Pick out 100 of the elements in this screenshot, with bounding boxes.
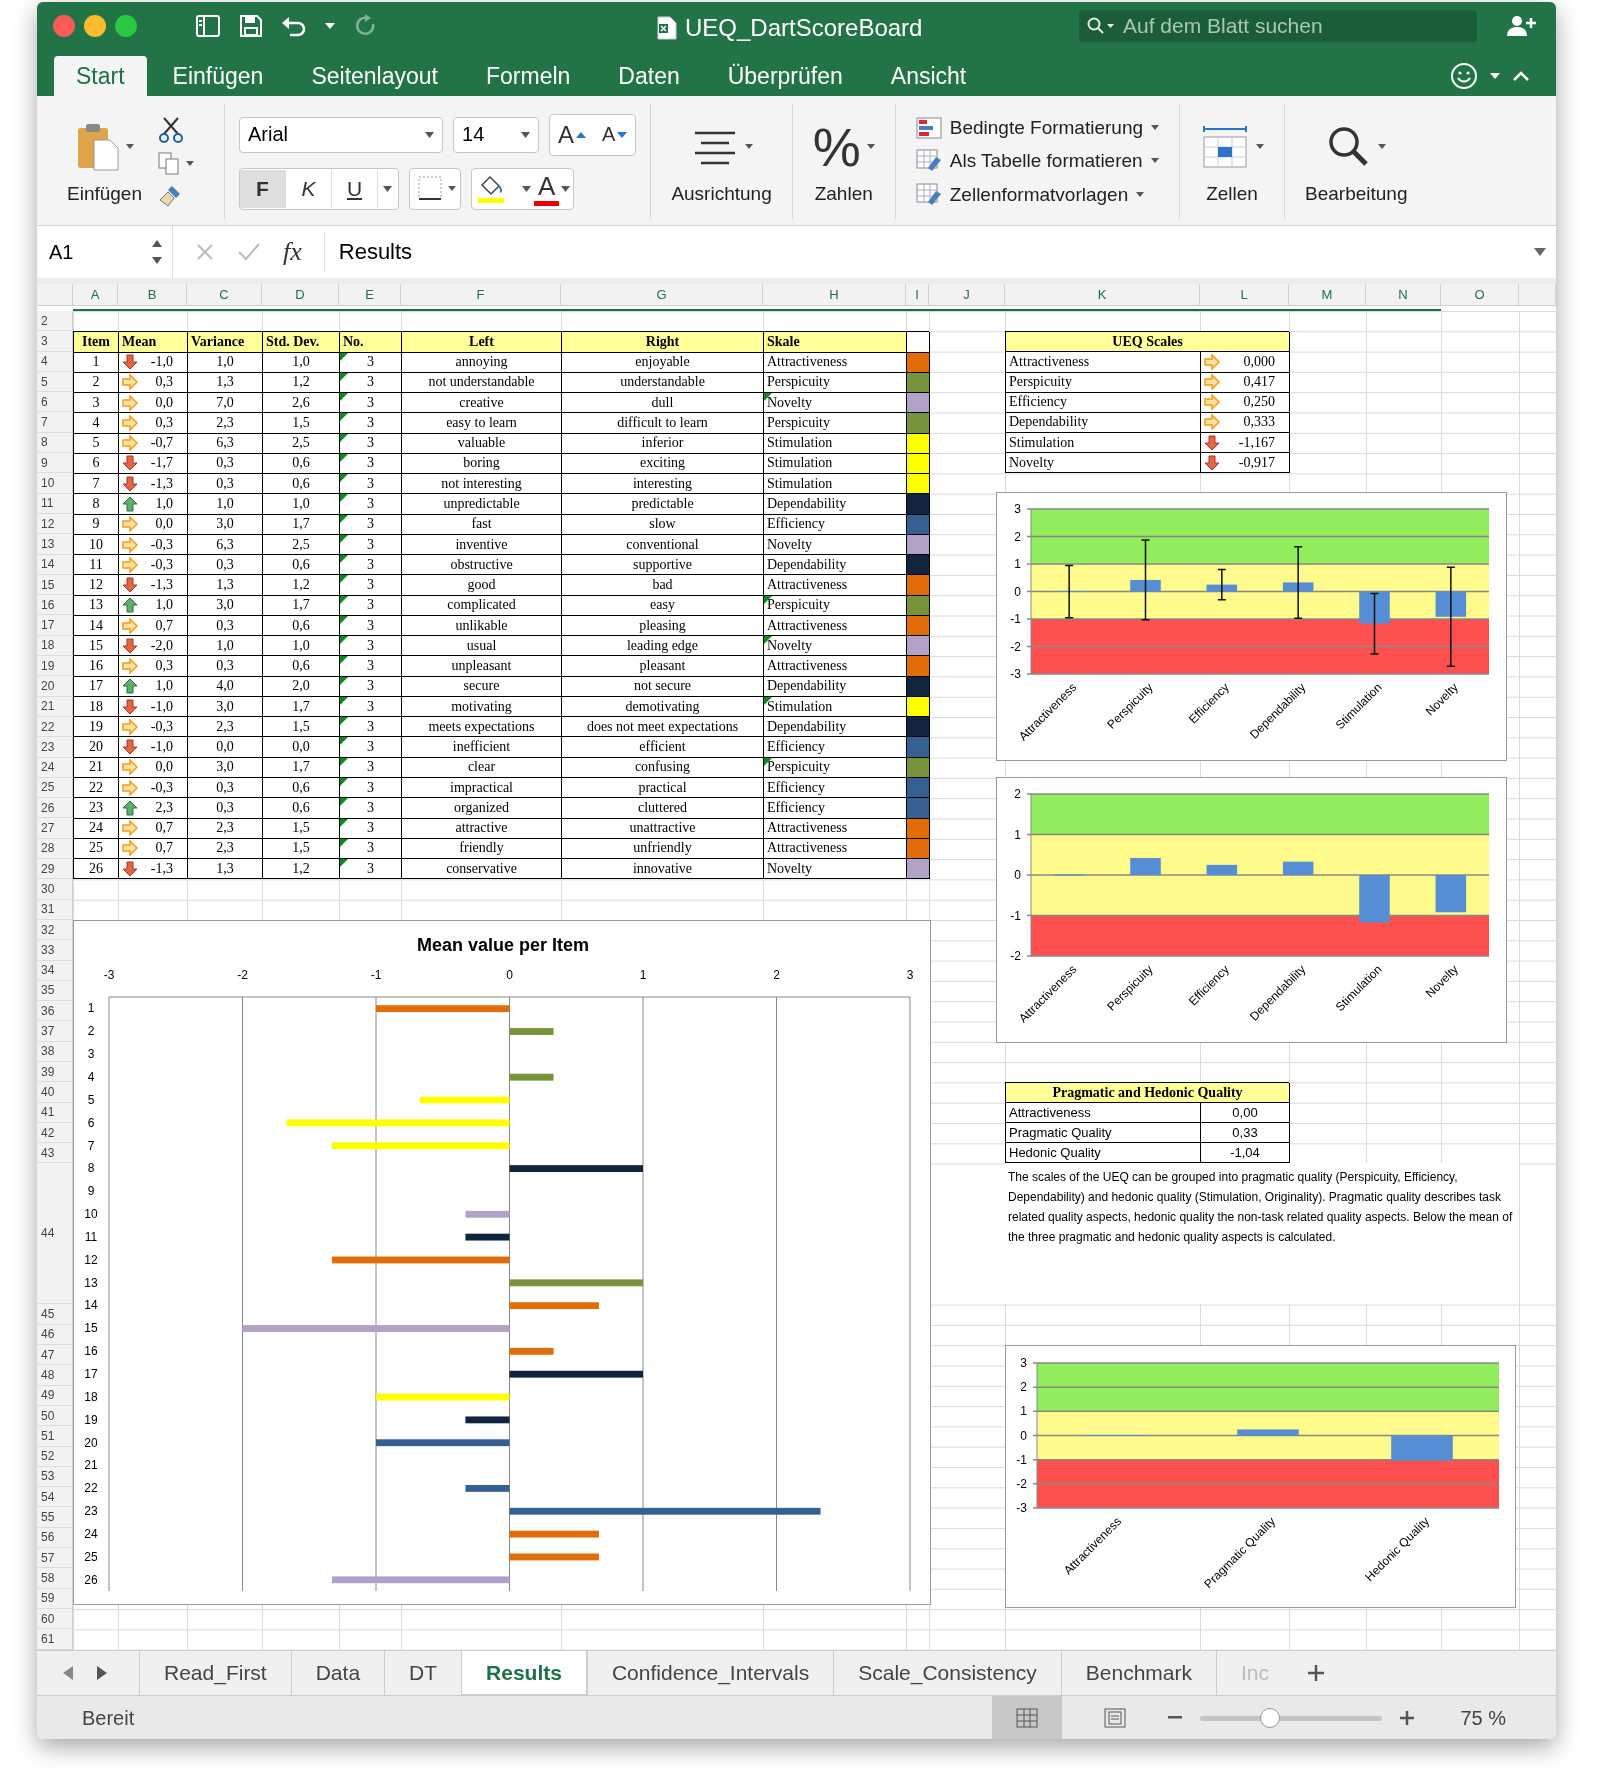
underline-button[interactable]: U: [332, 169, 378, 208]
table-cell: 9: [74, 514, 119, 535]
table-cell: 2: [74, 372, 119, 394]
table-cell: 0,3: [188, 615, 263, 637]
table-cell: 2,3: [188, 717, 263, 738]
ribbon-tab[interactable]: Formeln: [464, 56, 593, 96]
axis-tick-label: -1: [1016, 1452, 1027, 1467]
formula-field[interactable]: Results: [323, 232, 1512, 272]
bar: [465, 1233, 510, 1241]
column-header[interactable]: G: [561, 284, 763, 306]
alignment-button[interactable]: Ausrichtung: [665, 114, 778, 209]
add-sheet-icon[interactable]: [1307, 1664, 1326, 1682]
styles-menu-button[interactable]: Bedingte Formatierung: [913, 113, 1161, 142]
table-cell: impractical: [402, 778, 562, 799]
name-box-field[interactable]: A1: [37, 226, 173, 278]
ribbon-tab[interactable]: Daten: [596, 56, 702, 96]
ribbon-tab[interactable]: Ansicht: [868, 56, 989, 96]
column-header[interactable]: E: [339, 284, 401, 306]
table-cell: efficient: [562, 737, 764, 758]
column-header[interactable]: C: [187, 284, 262, 306]
function-button[interactable]: fx: [283, 237, 302, 267]
column-header[interactable]: F: [401, 284, 561, 306]
row-number: 31: [37, 899, 73, 920]
table-cell: unlikable: [402, 615, 562, 637]
table-cell: 14: [74, 615, 119, 637]
table-cell: 17: [74, 676, 119, 697]
collapse-icon[interactable]: [1512, 70, 1530, 82]
table-cell: 20: [74, 737, 119, 758]
ribbon-tab[interactable]: Überprüfen: [705, 56, 865, 96]
sidebar-icon[interactable]: [195, 14, 221, 38]
scissors-icon[interactable]: [158, 115, 184, 144]
column-header[interactable]: I: [906, 284, 929, 306]
caret-icon[interactable]: [186, 161, 194, 166]
column-header[interactable]: K: [1005, 284, 1200, 306]
minus-icon[interactable]: [1168, 1716, 1183, 1720]
table-cell: 1,0: [263, 494, 340, 515]
search-field[interactable]: Auf dem Blatt suchen: [1079, 10, 1477, 42]
axis-tick-label: 2: [1014, 787, 1021, 801]
next-icon[interactable]: [95, 1665, 109, 1681]
check-icon[interactable]: [237, 242, 261, 262]
axis-tick-label: -1: [370, 968, 382, 982]
table-cell: inefficient: [402, 737, 562, 758]
column-header[interactable]: M: [1289, 284, 1366, 306]
row-number: 12: [37, 513, 73, 535]
cells-button[interactable]: Zellen: [1194, 114, 1270, 209]
column-header[interactable]: O: [1441, 284, 1519, 306]
add-person-icon[interactable]: [1506, 14, 1536, 38]
number-format-button[interactable]: % Zahlen: [806, 114, 881, 209]
table-cell: 3,0: [188, 595, 263, 616]
axis-tick-label: 1: [1014, 557, 1021, 571]
previous-icon[interactable]: [61, 1665, 75, 1681]
column-header[interactable]: B: [118, 284, 187, 306]
column-header[interactable]: L: [1200, 284, 1289, 306]
caret-icon[interactable]: [1490, 73, 1500, 79]
table-cell: 1,5: [263, 717, 340, 738]
table-cell: Perspicuity: [1006, 372, 1201, 393]
column-header[interactable]: A: [73, 284, 118, 306]
ribbon-tab[interactable]: Start: [54, 56, 147, 96]
save-icon[interactable]: [239, 14, 263, 38]
row-number: 11: [37, 493, 73, 514]
sheet-tab[interactable]: Results: [461, 1651, 587, 1695]
font-name-field[interactable]: Arial: [239, 116, 443, 153]
italic-button[interactable]: K: [286, 169, 332, 208]
table-cell: 3: [340, 555, 402, 576]
smiley-icon[interactable]: [1450, 62, 1478, 90]
shrink-font-button[interactable]: A: [594, 115, 636, 154]
table-cell: 18: [74, 696, 119, 718]
column-header[interactable]: D: [262, 284, 339, 306]
row-number: 43: [37, 1143, 73, 1164]
bold-button[interactable]: F: [240, 169, 286, 208]
ribbon-tab[interactable]: Einfügen: [150, 56, 286, 96]
grow-font-button[interactable]: A: [550, 115, 595, 154]
axis-tick-label: 1: [639, 968, 647, 982]
font-size-field[interactable]: 14: [453, 116, 539, 153]
paste-button[interactable]: Einfügen: [61, 114, 148, 209]
table-cell: Attractiveness: [1006, 1103, 1201, 1124]
minimize-button[interactable]: [84, 15, 106, 37]
table-cell: 1: [74, 352, 119, 373]
table-cell: 0,7: [155, 840, 173, 857]
table-cell: 2,3: [155, 799, 173, 816]
table-cell: predictable: [562, 494, 764, 515]
caret-icon[interactable]: [325, 23, 335, 29]
expand-caret-icon[interactable]: [1534, 248, 1546, 256]
table-cell: -0,3: [150, 718, 173, 735]
zoom-slider[interactable]: [1200, 1708, 1383, 1728]
search-icon: [1087, 17, 1115, 35]
undo-icon[interactable]: [281, 15, 307, 37]
table-cell: 1,7: [263, 757, 340, 778]
zoom-button[interactable]: [115, 15, 137, 37]
row-number: 57: [37, 1548, 73, 1569]
caret-icon[interactable]: [520, 185, 534, 192]
column-header[interactable]: J: [929, 284, 1005, 306]
plus-icon[interactable]: [1400, 1711, 1415, 1725]
category-label: 13: [84, 1275, 98, 1290]
ribbon-tab[interactable]: Seitenlayout: [289, 56, 460, 96]
styles-menu-button[interactable]: Als Tabelle formatieren: [913, 145, 1161, 176]
column-header[interactable]: N: [1366, 284, 1441, 306]
editing-button[interactable]: Bearbeitung: [1299, 114, 1414, 209]
column-header[interactable]: H: [763, 284, 906, 306]
styles-menu-button[interactable]: Zellenformatvorlagen: [913, 179, 1147, 210]
